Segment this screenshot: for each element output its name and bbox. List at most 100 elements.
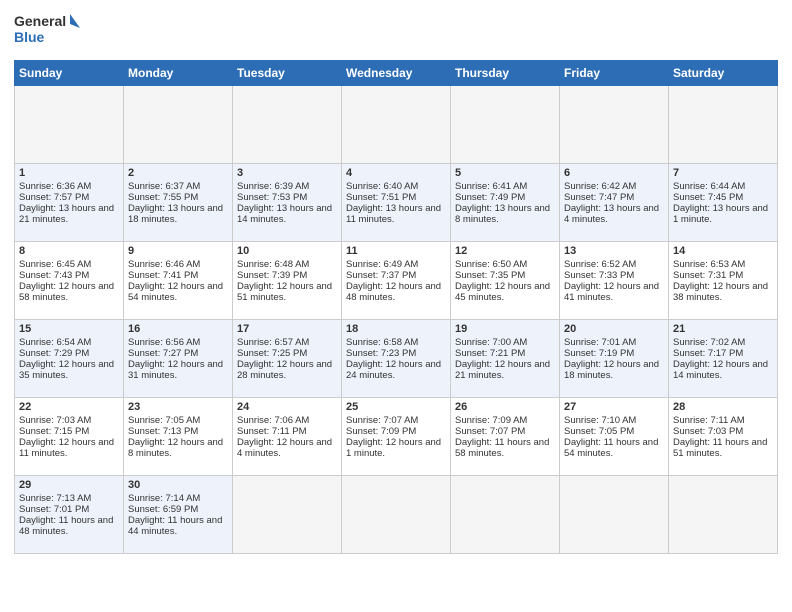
day-number: 30 [128, 479, 228, 491]
day-number: 12 [455, 245, 555, 257]
calendar-cell: 14 Sunrise: 6:53 AMSunset: 7:31 PMDayligh… [669, 242, 778, 320]
col-header-monday: Monday [124, 61, 233, 86]
day-number: 14 [673, 245, 773, 257]
col-header-wednesday: Wednesday [342, 61, 451, 86]
calendar-cell: 19Sunrise: 7:00 AMSunset: 7:21 PMDayligh… [451, 320, 560, 398]
day-number: 6 [564, 167, 664, 179]
calendar-cell: 11 Sunrise: 6:49 AMSunset: 7:37 PMDayligh… [342, 242, 451, 320]
col-header-saturday: Saturday [669, 61, 778, 86]
day-info: Sunrise: 6:39 AMSunset: 7:53 PMDaylight:… [237, 181, 332, 225]
day-info: Sunrise: 6:50 AMSunset: 7:35 PMDaylight:… [455, 259, 550, 303]
day-number: 10 [237, 245, 337, 257]
calendar-cell: 13 Sunrise: 6:52 AMSunset: 7:33 PMDayligh… [560, 242, 669, 320]
calendar-cell: 23 Sunrise: 7:05 AMSunset: 7:13 PMDayligh… [124, 398, 233, 476]
calendar-cell: 20Sunrise: 7:01 AMSunset: 7:19 PMDayligh… [560, 320, 669, 398]
calendar-cell: 28 Sunrise: 7:11 AMSunset: 7:03 PMDayligh… [669, 398, 778, 476]
day-info: Sunrise: 6:57 AMSunset: 7:25 PMDaylight:… [237, 337, 332, 381]
day-info: Sunrise: 7:09 AMSunset: 7:07 PMDaylight:… [455, 415, 549, 459]
calendar-cell [451, 86, 560, 164]
week-row-5: 29 Sunrise: 7:13 AMSunset: 7:01 PMDayligh… [15, 476, 778, 554]
day-number: 5 [455, 167, 555, 179]
col-header-thursday: Thursday [451, 61, 560, 86]
day-number: 17 [237, 323, 337, 335]
day-info: Sunrise: 6:56 AMSunset: 7:27 PMDaylight:… [128, 337, 223, 381]
day-info: Sunrise: 6:41 AMSunset: 7:49 PMDaylight:… [455, 181, 550, 225]
day-info: Sunrise: 6:44 AMSunset: 7:45 PMDaylight:… [673, 181, 768, 225]
header: General Blue [14, 10, 778, 52]
day-number: 29 [19, 479, 119, 491]
day-info: Sunrise: 6:48 AMSunset: 7:39 PMDaylight:… [237, 259, 332, 303]
calendar-cell [451, 476, 560, 554]
day-info: Sunrise: 7:10 AMSunset: 7:05 PMDaylight:… [564, 415, 658, 459]
day-number: 25 [346, 401, 446, 413]
day-number: 11 [346, 245, 446, 257]
day-info: Sunrise: 7:14 AMSunset: 6:59 PMDaylight:… [128, 493, 222, 537]
day-number: 23 [128, 401, 228, 413]
col-header-tuesday: Tuesday [233, 61, 342, 86]
day-info: Sunrise: 6:58 AMSunset: 7:23 PMDaylight:… [346, 337, 441, 381]
week-row-4: 22 Sunrise: 7:03 AMSunset: 7:15 PMDayligh… [15, 398, 778, 476]
day-info: Sunrise: 6:49 AMSunset: 7:37 PMDaylight:… [346, 259, 441, 303]
day-info: Sunrise: 6:42 AMSunset: 7:47 PMDaylight:… [564, 181, 659, 225]
calendar-cell [15, 86, 124, 164]
day-info: Sunrise: 6:53 AMSunset: 7:31 PMDaylight:… [673, 259, 768, 303]
col-header-friday: Friday [560, 61, 669, 86]
calendar-cell: 22 Sunrise: 7:03 AMSunset: 7:15 PMDayligh… [15, 398, 124, 476]
calendar-cell: 24 Sunrise: 7:06 AMSunset: 7:11 PMDayligh… [233, 398, 342, 476]
day-number: 28 [673, 401, 773, 413]
calendar-cell: 26Sunrise: 7:09 AMSunset: 7:07 PMDayligh… [451, 398, 560, 476]
day-info: Sunrise: 6:54 AMSunset: 7:29 PMDaylight:… [19, 337, 114, 381]
day-number: 27 [564, 401, 664, 413]
calendar-cell: 29 Sunrise: 7:13 AMSunset: 7:01 PMDayligh… [15, 476, 124, 554]
calendar-cell: 27 Sunrise: 7:10 AMSunset: 7:05 PMDayligh… [560, 398, 669, 476]
day-number: 2 [128, 167, 228, 179]
day-info: Sunrise: 6:36 AMSunset: 7:57 PMDaylight:… [19, 181, 114, 225]
calendar-cell [342, 86, 451, 164]
day-number: 7 [673, 167, 773, 179]
day-number: 24 [237, 401, 337, 413]
logo-svg: General Blue [14, 10, 84, 52]
calendar-cell [669, 86, 778, 164]
calendar-cell: 17 Sunrise: 6:57 AMSunset: 7:25 PMDayligh… [233, 320, 342, 398]
day-info: Sunrise: 7:11 AMSunset: 7:03 PMDaylight:… [673, 415, 767, 459]
calendar-cell: 5 Sunrise: 6:41 AMSunset: 7:49 PMDaylight… [451, 164, 560, 242]
calendar-cell: 7 Sunrise: 6:44 AMSunset: 7:45 PMDaylight… [669, 164, 778, 242]
svg-text:Blue: Blue [14, 29, 45, 45]
day-number: 20 [564, 323, 664, 335]
day-number: 16 [128, 323, 228, 335]
day-number: 18 [346, 323, 446, 335]
day-info: Sunrise: 6:52 AMSunset: 7:33 PMDaylight:… [564, 259, 659, 303]
calendar-cell: 10 Sunrise: 6:48 AMSunset: 7:39 PMDayligh… [233, 242, 342, 320]
day-info: Sunrise: 7:07 AMSunset: 7:09 PMDaylight:… [346, 415, 441, 459]
day-info: Sunrise: 6:45 AMSunset: 7:43 PMDaylight:… [19, 259, 114, 303]
day-number: 21 [673, 323, 773, 335]
header-row: SundayMondayTuesdayWednesdayThursdayFrid… [15, 61, 778, 86]
day-number: 22 [19, 401, 119, 413]
calendar-cell: 3Sunrise: 6:39 AMSunset: 7:53 PMDaylight… [233, 164, 342, 242]
day-info: Sunrise: 6:46 AMSunset: 7:41 PMDaylight:… [128, 259, 223, 303]
day-number: 8 [19, 245, 119, 257]
day-number: 4 [346, 167, 446, 179]
svg-text:General: General [14, 13, 66, 29]
calendar-cell: 21 Sunrise: 7:02 AMSunset: 7:17 PMDayligh… [669, 320, 778, 398]
week-row-2: 8 Sunrise: 6:45 AMSunset: 7:43 PMDaylight… [15, 242, 778, 320]
calendar-cell: 9Sunrise: 6:46 AMSunset: 7:41 PMDaylight… [124, 242, 233, 320]
day-info: Sunrise: 7:02 AMSunset: 7:17 PMDaylight:… [673, 337, 768, 381]
day-info: Sunrise: 7:06 AMSunset: 7:11 PMDaylight:… [237, 415, 332, 459]
calendar-cell: 4 Sunrise: 6:40 AMSunset: 7:51 PMDaylight… [342, 164, 451, 242]
calendar-cell [233, 86, 342, 164]
day-info: Sunrise: 7:05 AMSunset: 7:13 PMDaylight:… [128, 415, 223, 459]
day-number: 15 [19, 323, 119, 335]
calendar-cell: 30 Sunrise: 7:14 AMSunset: 6:59 PMDayligh… [124, 476, 233, 554]
col-header-sunday: Sunday [15, 61, 124, 86]
day-info: Sunrise: 6:40 AMSunset: 7:51 PMDaylight:… [346, 181, 441, 225]
day-info: Sunrise: 7:13 AMSunset: 7:01 PMDaylight:… [19, 493, 113, 537]
calendar-cell [342, 476, 451, 554]
day-info: Sunrise: 7:03 AMSunset: 7:15 PMDaylight:… [19, 415, 114, 459]
logo: General Blue [14, 10, 84, 52]
calendar-cell: 12 Sunrise: 6:50 AMSunset: 7:35 PMDayligh… [451, 242, 560, 320]
calendar-cell [560, 476, 669, 554]
calendar-table: SundayMondayTuesdayWednesdayThursdayFrid… [14, 60, 778, 554]
day-number: 13 [564, 245, 664, 257]
day-number: 1 [19, 167, 119, 179]
